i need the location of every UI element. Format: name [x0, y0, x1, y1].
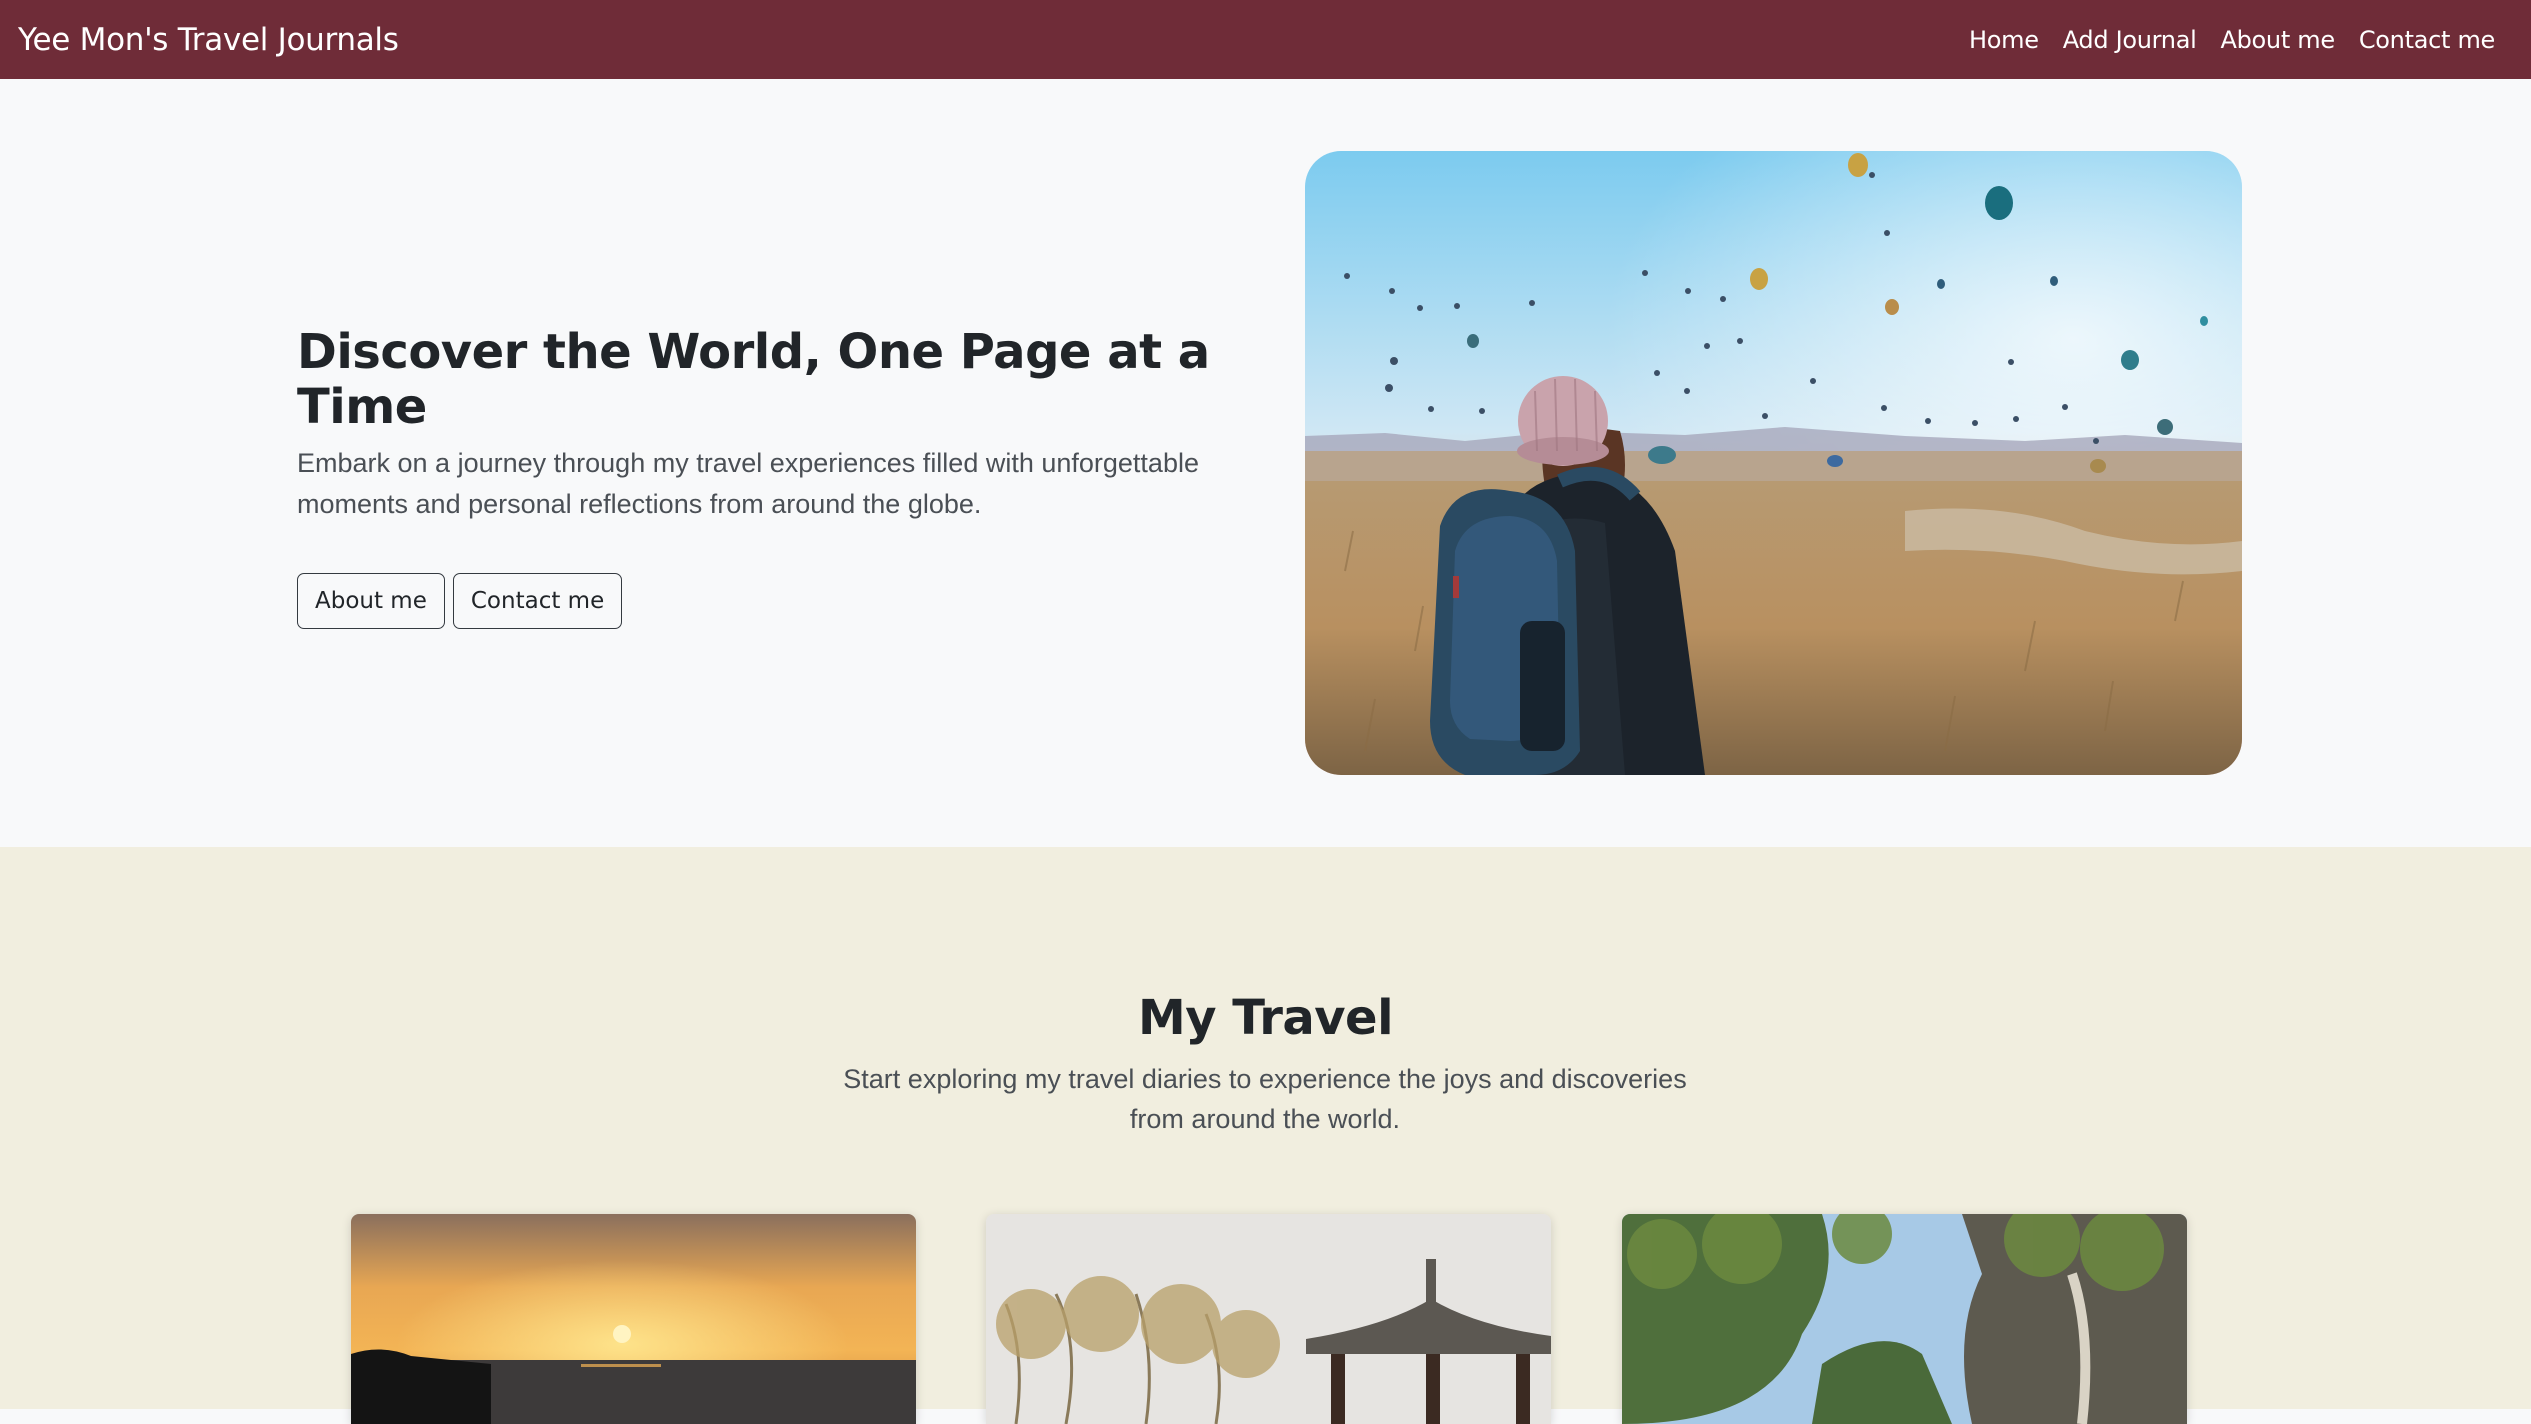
hero-text: Discover the World, One Page at a Time E…	[297, 324, 1237, 630]
card-image-forest	[1622, 1214, 2187, 1424]
hero-image-traveler-balloons	[1305, 151, 2242, 775]
nav-link-contact-me[interactable]: Contact me	[2347, 26, 2507, 54]
brand-link[interactable]: Yee Mon's Travel Journals	[18, 22, 399, 58]
nav-links: Home Add Journal About me Contact me	[1957, 26, 2507, 54]
about-me-button[interactable]: About me	[297, 573, 445, 630]
navbar: Yee Mon's Travel Journals Home Add Journ…	[0, 0, 2531, 79]
hero-section: Discover the World, One Page at a Time E…	[0, 79, 2531, 847]
hero-lead: Embark on a journey through my travel ex…	[297, 448, 1199, 520]
contact-me-button[interactable]: Contact me	[452, 573, 623, 630]
nav-link-add-journal[interactable]: Add Journal	[2051, 26, 2209, 54]
nav-link-home[interactable]: Home	[1957, 26, 2051, 54]
travel-card-forest[interactable]	[1622, 1214, 2187, 1424]
hero-buttons: About me Contact me	[297, 573, 1237, 630]
my-travel-section: My Travel Start exploring my travel diar…	[0, 847, 2531, 1424]
nav-link-about-me[interactable]: About me	[2209, 26, 2347, 54]
section-lead: Start exploring my travel diaries to exp…	[843, 1064, 1687, 1134]
card-image-pavilion	[986, 1214, 1551, 1424]
hero-image	[1305, 151, 2242, 775]
travel-card-sunset[interactable]	[351, 1214, 916, 1424]
hero-title: Discover the World, One Page at a Time	[297, 324, 1210, 436]
card-image-sunset	[351, 1214, 916, 1424]
travel-card-pavilion[interactable]	[986, 1214, 1551, 1424]
section-title: My Travel	[1137, 990, 1394, 1046]
